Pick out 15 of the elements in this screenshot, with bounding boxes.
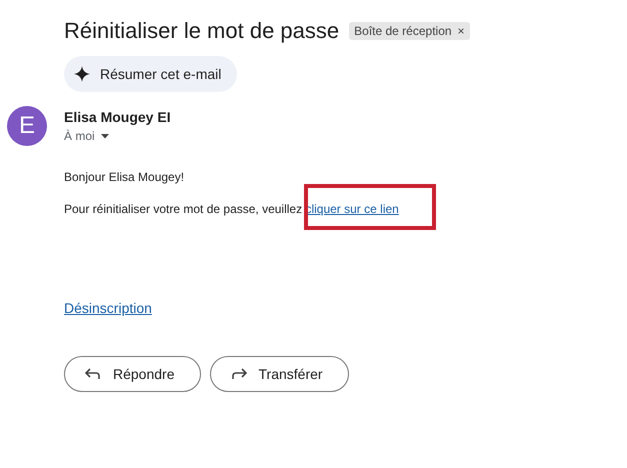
summarize-button[interactable]: Résumer cet e-mail — [64, 56, 238, 92]
email-subject: Réinitialiser le mot de passe — [64, 18, 340, 44]
greeting-text: Bonjour Elisa Mougey! — [64, 170, 186, 184]
sender-name: Elisa Mougey EI — [64, 109, 171, 125]
recipient-dropdown[interactable]: À moi — [64, 129, 109, 143]
remove-label-button[interactable]: × — [458, 24, 465, 38]
sender-avatar: E — [7, 106, 47, 146]
unsubscribe-link[interactable]: Désinscription — [64, 300, 152, 316]
sparkle-icon — [74, 66, 90, 82]
label-text: Boîte de réception — [354, 24, 452, 38]
forward-button[interactable]: Transférer — [210, 356, 349, 392]
forward-arrow-icon — [230, 368, 246, 380]
reply-arrow-icon — [85, 368, 101, 380]
reply-button[interactable]: Répondre — [64, 356, 200, 392]
caret-icon — [100, 134, 109, 138]
